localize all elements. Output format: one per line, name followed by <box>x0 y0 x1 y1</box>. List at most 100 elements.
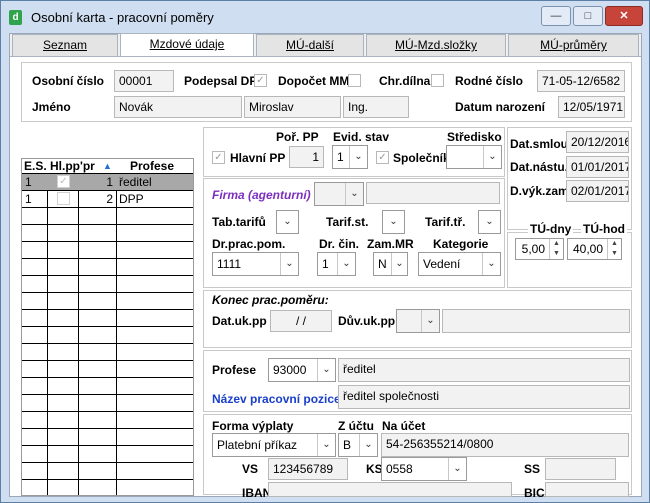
osobni-cislo-field[interactable]: 00001 <box>114 70 174 92</box>
ss-field[interactable] <box>545 458 616 480</box>
zam-mr-label: Zam.MR <box>367 237 414 251</box>
tab-mu-dalsi[interactable]: MÚ-další <box>256 34 364 56</box>
up-arrow-icon[interactable]: ▲ <box>611 240 618 247</box>
dat-nastu-field[interactable]: 01/01/2017 <box>566 156 629 178</box>
chevron-down-icon: ⌄ <box>359 434 377 456</box>
chevron-down-icon: ⌄ <box>280 253 298 275</box>
tu-dny-spinner[interactable]: 5,00 ▲ ▼ <box>515 238 564 260</box>
firma-dropdown[interactable]: ⌄ <box>314 182 364 206</box>
stredisko-dropdown[interactable]: ⌄ <box>446 145 502 169</box>
iban-field[interactable] <box>268 482 512 497</box>
spinner-arrows-icon[interactable]: ▲ ▼ <box>549 239 563 259</box>
evid-stav-value: 1 <box>337 150 344 164</box>
bic-field[interactable] <box>545 482 629 497</box>
ks-dropdown[interactable]: 0558 ⌄ <box>381 457 467 481</box>
grid-header-profese[interactable]: Profese <box>130 159 190 173</box>
tu-hod-spinner[interactable]: 40,00 ▲ ▼ <box>567 238 622 260</box>
prijmeni-field[interactable]: Novák <box>114 96 242 118</box>
table-row-empty <box>22 207 193 224</box>
down-arrow-icon[interactable]: ▼ <box>553 250 560 257</box>
profese-dropdown[interactable]: 93000 ⌄ <box>268 358 336 382</box>
spolecnik-label: Společník <box>393 151 450 165</box>
table-row-empty <box>22 275 193 292</box>
table-row-empty <box>22 241 193 258</box>
spolecnik-checkbox[interactable]: ✓ <box>376 151 389 164</box>
tab-seznam[interactable]: Seznam <box>12 34 118 56</box>
podepsal-dp-checkbox[interactable]: ✓ <box>254 74 267 87</box>
forma-vyplaty-dropdown[interactable]: Platební příkaz ⌄ <box>212 433 336 457</box>
d-vyk-zam-label: D.výk.zam. <box>510 184 573 198</box>
chevron-down-icon: ⌄ <box>483 146 501 168</box>
tab-tarifu-dropdown[interactable]: ⌄ <box>276 210 299 234</box>
dat-smlou-field[interactable]: 20/12/2016 <box>566 131 629 153</box>
row-profese: ředitel <box>119 175 152 189</box>
chr-dilna-checkbox[interactable] <box>431 74 444 87</box>
evid-stav-dropdown[interactable]: 1 ⌄ <box>332 145 368 169</box>
close-button[interactable]: ✕ <box>605 6 643 26</box>
tab-label: MÚ-průměry <box>540 38 607 52</box>
duv-uk-pp-dropdown[interactable]: ⌄ <box>396 309 440 333</box>
table-row-empty <box>22 326 193 343</box>
por-pp-field[interactable]: 1 <box>289 146 324 168</box>
zam-mr-value: N <box>378 257 387 271</box>
table-row-empty <box>22 360 193 377</box>
pp-grid[interactable]: E.S. Hl.pp 'pr ▲ Profese 1 ✓ 1 ředitel 1… <box>21 158 194 496</box>
tarif-tr-dropdown[interactable]: ⌄ <box>478 210 501 234</box>
forma-vyplaty-label: Forma výplaty <box>212 419 294 433</box>
firma-name-field <box>366 182 500 204</box>
chevron-down-icon: ⌄ <box>337 253 355 275</box>
table-row[interactable]: 1 ✓ 1 ředitel <box>22 173 193 190</box>
forma-vyplaty-value: Platební příkaz <box>217 438 298 452</box>
dat-nastu-label: Dat.nástu. <box>510 160 569 174</box>
grid-header-poradi[interactable]: 'pr <box>80 159 102 173</box>
grid-header-es[interactable]: E.S. <box>24 159 48 173</box>
row-hlpp-checkbox[interactable] <box>57 192 70 205</box>
na-ucet-field[interactable]: 54-256355214/0800 <box>381 433 629 457</box>
tab-mu-prumery[interactable]: MÚ-průměry <box>508 34 639 56</box>
maximize-button[interactable]: □ <box>573 6 603 26</box>
window-title: Osobní karta - pracovní poměry <box>31 10 214 25</box>
tu-hod-value: 40,00 <box>572 242 603 256</box>
konec-label: Konec prac.poměru: <box>212 293 329 307</box>
up-arrow-icon[interactable]: ▲ <box>553 240 560 247</box>
chevron-down-icon: ⌄ <box>383 211 404 233</box>
dr-cin-dropdown[interactable]: 1 ⌄ <box>317 252 356 276</box>
table-row-empty <box>22 479 193 496</box>
z-uctu-dropdown[interactable]: B ⌄ <box>338 433 378 457</box>
chevron-down-icon: ⌄ <box>479 211 500 233</box>
kategorie-value: Vedení <box>423 257 461 271</box>
down-arrow-icon[interactable]: ▼ <box>611 250 618 257</box>
tarif-tr-label: Tarif.tř. <box>425 215 466 229</box>
row-hlpp-checkbox[interactable]: ✓ <box>57 175 70 188</box>
dopocet-mm-checkbox[interactable] <box>348 74 361 87</box>
tab-mzdove-udaje[interactable]: Mzdové údaje <box>120 33 254 57</box>
title-bar[interactable]: d Osobní karta - pracovní poměry — □ ✕ <box>1 1 649 32</box>
tab-mu-mzd-slozky[interactable]: MÚ-Mzd.složky <box>366 34 506 56</box>
chevron-down-icon: ⌄ <box>448 458 466 480</box>
minimize-button[interactable]: — <box>541 6 571 26</box>
nazev-pozice-label: Název pracovní pozice <box>212 392 341 406</box>
hlavni-pp-checkbox[interactable]: ✓ <box>212 151 225 164</box>
chr-dilna-label: Chr.dílna <box>379 74 431 88</box>
chevron-down-icon: ⌄ <box>349 146 367 168</box>
kategorie-dropdown[interactable]: Vedení ⌄ <box>418 252 501 276</box>
grid-header-hlpp[interactable]: Hl.pp <box>50 159 82 173</box>
zam-mr-dropdown[interactable]: N ⌄ <box>373 252 408 276</box>
nazev-pozice-field[interactable]: ředitel společnosti <box>338 385 630 409</box>
datum-narozeni-field[interactable]: 12/05/1971 <box>558 96 625 118</box>
jmeno-field[interactable]: Miroslav <box>244 96 341 118</box>
titul-field[interactable]: Ing. <box>343 96 409 118</box>
dopocet-mm-label: Dopočet MM <box>278 74 350 88</box>
dr-prac-pom-dropdown[interactable]: 1111 ⌄ <box>212 252 299 276</box>
vs-field[interactable]: 123456789 <box>268 458 348 480</box>
spinner-arrows-icon[interactable]: ▲ ▼ <box>607 239 621 259</box>
tu-dny-label: TÚ-dny <box>528 222 574 236</box>
tarif-st-dropdown[interactable]: ⌄ <box>382 210 405 234</box>
table-row[interactable]: 1 2 DPP <box>22 190 193 207</box>
dr-cin-value: 1 <box>322 257 329 271</box>
dr-prac-pom-label: Dr.prac.pom. <box>212 237 286 251</box>
dat-uk-pp-field[interactable]: / / <box>270 310 332 332</box>
d-vyk-zam-field[interactable]: 02/01/2017 <box>566 180 629 202</box>
rodne-cislo-field[interactable]: 71-05-12/6582 <box>537 70 625 92</box>
ss-label: SS <box>524 462 541 476</box>
